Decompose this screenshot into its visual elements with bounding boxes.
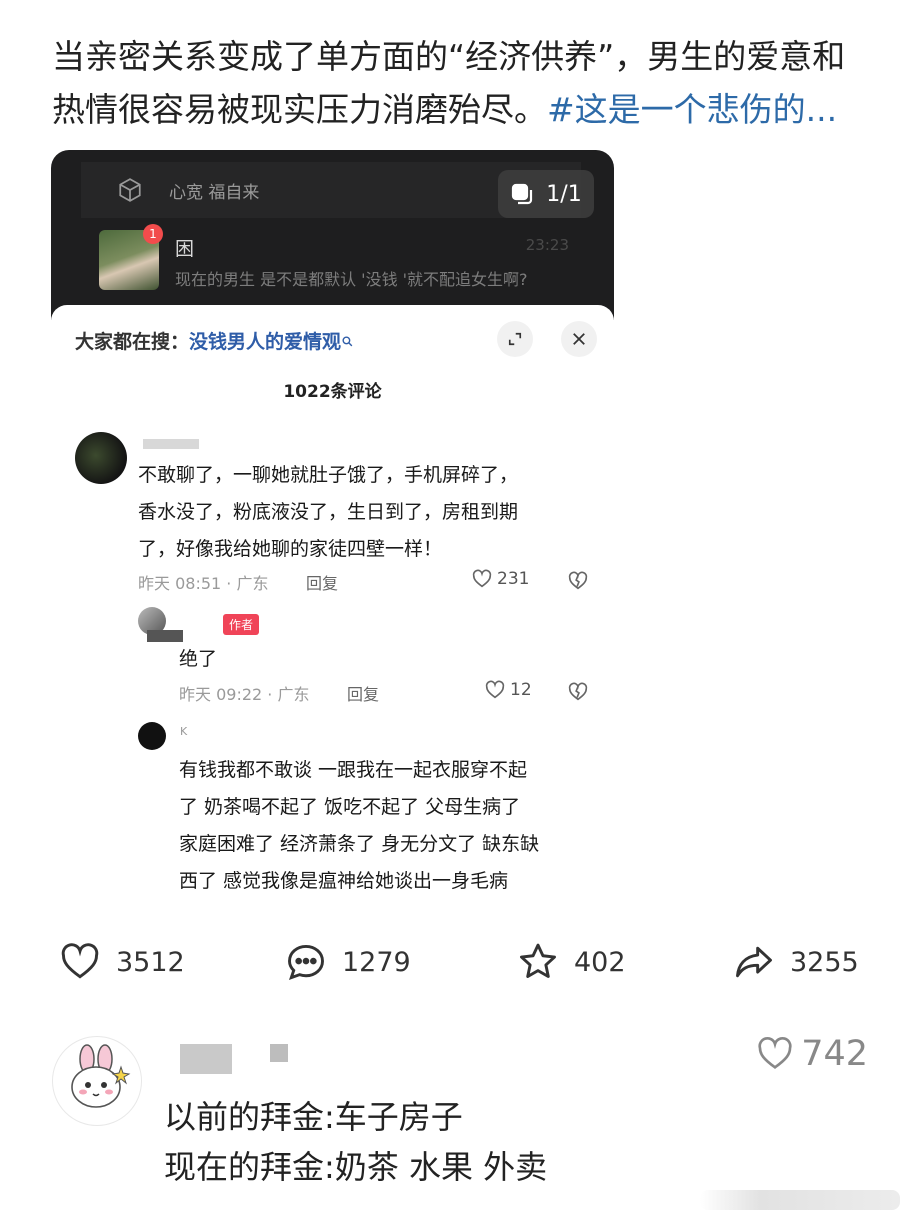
comment-line: 绝了 (179, 648, 218, 670)
heart-icon (485, 680, 505, 699)
share-count: 3255 (790, 946, 859, 978)
embed-dark-area: 心宽 福自来 1/1 1 困 23:23 现在的男生 是不是都默认 '没钱 '就… (51, 150, 614, 320)
comment-icon (288, 944, 324, 980)
username-blurred (147, 630, 183, 642)
search-icon (342, 336, 353, 347)
search-suggestion[interactable]: 大家都在搜：没钱男人的爱情观 (75, 327, 354, 354)
comment-line: 有钱我都不敢谈 一跟我在一起衣服穿不起 (179, 759, 528, 781)
like-action[interactable]: 3512 (58, 940, 185, 984)
expand-button[interactable] (497, 321, 533, 357)
comment-line: 了 奶茶喝不起了 饭吃不起了 父母生病了 (179, 796, 521, 818)
heart-icon (61, 943, 99, 979)
favorite-action[interactable]: 402 (516, 940, 626, 984)
comment-line: 西了 感觉我像是瘟神给她谈出一身毛病 (179, 870, 509, 892)
username: K (180, 725, 188, 738)
username-blurred (270, 1044, 288, 1062)
cube-icon (119, 178, 141, 202)
reply-line: 现在的拜金:奶茶 水果 外卖 (164, 1148, 548, 1186)
comment-meta: 昨天 08:51 · 广东 (138, 574, 269, 593)
reply-line: 以前的拜金:车子房子 (164, 1098, 463, 1136)
username-blurred (143, 439, 199, 449)
author-tag: 作者 (223, 614, 260, 635)
search-prefix: 大家都在搜： (75, 331, 190, 353)
embedded-screenshot[interactable]: 心宽 福自来 1/1 1 困 23:23 现在的男生 是不是都默认 '没钱 '就… (51, 150, 614, 898)
comment-count: 1279 (342, 946, 411, 978)
star-icon (520, 943, 556, 978)
close-icon (573, 333, 585, 345)
comment-line: 了，好像我给她聊的家徒四壁一样！ (138, 538, 443, 560)
unread-badge: 1 (143, 224, 163, 244)
header-title: 心宽 福自来 (169, 182, 260, 203)
post-action-bar: 3512 1279 402 3255 (0, 940, 920, 996)
broken-heart-icon[interactable] (567, 681, 589, 703)
copy-icon (512, 183, 533, 205)
reply-like-button[interactable]: 742 (755, 1034, 868, 1074)
username-blurred (180, 1044, 232, 1074)
comment-line: 香水没了，粉底液没了，生日到了，房租到期 (138, 501, 519, 523)
like-count: 3512 (116, 946, 185, 978)
comment-body: 绝了 (179, 641, 217, 678)
expand-icon (508, 332, 522, 346)
chat-name: 困 (175, 238, 195, 260)
cartoon-rabbit-avatar (71, 1044, 131, 1108)
avatar[interactable] (52, 1036, 142, 1126)
search-keyword[interactable]: 没钱男人的爱情观 (189, 331, 341, 353)
reply-text: 以前的拜金:车子房子 现在的拜金:奶茶 水果 外卖 (164, 1092, 547, 1192)
broken-heart-icon[interactable] (567, 570, 589, 592)
chat-list-item[interactable]: 1 困 23:23 现在的男生 是不是都默认 '没钱 '就不配追女生啊? (99, 224, 569, 294)
reply-button[interactable]: 回复 (347, 681, 379, 705)
comment-line: 家庭困难了 经济萧条了 身无分文了 缺东缺 (179, 833, 540, 855)
like-count: 231 (497, 569, 530, 589)
share-action[interactable]: 3255 (732, 940, 859, 984)
comment-meta: 昨天 09:22 · 广东 (179, 685, 310, 704)
comment-body: 有钱我都不敢谈 一跟我在一起衣服穿不起 了 奶茶喝不起了 饭吃不起了 父母生病了… (179, 752, 539, 898)
favorite-count: 402 (574, 946, 626, 978)
page-indicator[interactable]: 1/1 (498, 170, 594, 218)
comment-sheet: 大家都在搜：没钱男人的爱情观 1022条评论 不敢聊了，一聊她就肚子饿了，手机屏… (51, 305, 614, 898)
like-button[interactable]: 12 (484, 679, 532, 701)
heart-icon (758, 1037, 792, 1069)
comment-count: 1022条评论 (283, 382, 382, 402)
chat-time: 23:23 (525, 236, 569, 254)
watermark (700, 1190, 900, 1210)
heart-icon (472, 569, 492, 588)
avatar[interactable] (138, 722, 166, 750)
share-icon (736, 946, 772, 978)
post-text: 当亲密关系变成了单方面的“经济供养”，男生的爱意和热情很容易被现实压力消磨殆尽。… (52, 30, 872, 136)
comment-line: 不敢聊了，一聊她就肚子饿了，手机屏碎了， (138, 464, 519, 486)
page-indicator-text: 1/1 (546, 181, 582, 207)
like-count: 12 (510, 680, 532, 700)
hashtag-link[interactable]: #这是一个悲伤的... (547, 90, 837, 129)
close-button[interactable] (561, 321, 597, 357)
comment-body: 不敢聊了，一聊她就肚子饿了，手机屏碎了， 香水没了，粉底液没了，生日到了，房租到… (138, 457, 518, 568)
reply-like-count: 742 (801, 1034, 868, 1074)
avatar[interactable] (75, 432, 127, 484)
comment-action[interactable]: 1279 (284, 940, 411, 984)
like-button[interactable]: 231 (471, 568, 529, 590)
chat-preview: 现在的男生 是不是都默认 '没钱 '就不配追女生啊? (175, 270, 528, 289)
reply-button[interactable]: 回复 (306, 570, 338, 594)
